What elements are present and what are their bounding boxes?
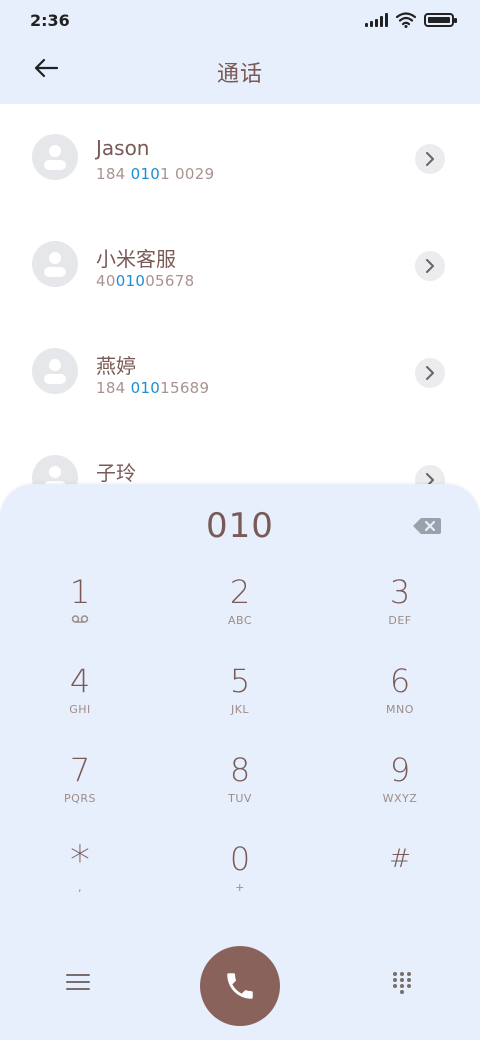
key-1[interactable]: 1	[0, 572, 160, 661]
contact-name: 子玲	[96, 461, 136, 485]
key-6[interactable]: 6 MNO	[320, 661, 480, 750]
call-button[interactable]	[200, 946, 280, 1026]
list-item[interactable]: 小米客服 4001005678	[0, 211, 480, 318]
chevron-right-icon	[426, 366, 434, 380]
key-8[interactable]: 8 TUV	[160, 750, 320, 839]
menu-icon	[66, 974, 90, 976]
backspace-icon	[413, 518, 441, 534]
contact-name: 燕婷	[96, 354, 136, 378]
dialpad-bottom-bar	[0, 946, 480, 1026]
contact-detail-button[interactable]	[415, 358, 445, 388]
signal-icon	[365, 13, 388, 27]
key-4[interactable]: 4 GHI	[0, 661, 160, 750]
dialed-number: 010	[206, 506, 274, 546]
avatar	[32, 241, 78, 287]
dialpad-icon	[393, 972, 411, 994]
wifi-icon	[396, 12, 416, 28]
battery-icon	[424, 13, 457, 27]
phone-icon	[227, 973, 253, 999]
page-title: 通话	[216, 62, 263, 87]
chevron-right-icon	[426, 259, 434, 273]
contact-detail-button[interactable]	[415, 144, 445, 174]
contact-detail-button[interactable]	[415, 251, 445, 281]
chevron-right-icon	[426, 152, 434, 166]
phone-screen: 2:36 通话 Jason 184 0101 0029 小米客服 4001005…	[0, 0, 480, 1040]
status-time: 2:36	[30, 11, 70, 30]
list-item[interactable]: Jason 184 0101 0029	[0, 104, 480, 211]
key-5[interactable]: 5 JKL	[160, 661, 320, 750]
key-star[interactable]: * ,	[0, 839, 160, 928]
key-2[interactable]: 2 ABC	[160, 572, 320, 661]
avatar	[32, 134, 78, 180]
status-icons	[365, 12, 457, 28]
contact-number: 184 01015689	[96, 379, 210, 397]
contact-number: 184 0101 0029	[96, 165, 215, 183]
header-bar: 2:36 通话	[0, 0, 480, 104]
key-0[interactable]: 0 +	[160, 839, 320, 928]
menu-button[interactable]	[66, 974, 90, 994]
key-hash[interactable]: #	[320, 839, 480, 928]
contact-number: 4001005678	[96, 272, 195, 290]
list-item[interactable]: 燕婷 184 01015689	[0, 318, 480, 425]
dialpad-toggle-button[interactable]	[392, 971, 412, 995]
key-3[interactable]: 3 DEF	[320, 572, 480, 661]
dialpad-sheet: 010 1 2 ABC 3 DEF 4 GHI 5 JKL 6 MNO 7 PQ…	[0, 484, 480, 1040]
keypad: 1 2 ABC 3 DEF 4 GHI 5 JKL 6 MNO 7 PQRS 8…	[0, 572, 480, 928]
contact-list: Jason 184 0101 0029 小米客服 4001005678 燕婷 1…	[0, 104, 480, 532]
backspace-button[interactable]	[412, 516, 442, 536]
key-7[interactable]: 7 PQRS	[0, 750, 160, 839]
avatar	[32, 348, 78, 394]
voicemail-icon	[71, 614, 89, 628]
contact-name: Jason	[96, 136, 150, 160]
contact-name: 小米客服	[96, 247, 176, 271]
key-9[interactable]: 9 WXYZ	[320, 750, 480, 839]
